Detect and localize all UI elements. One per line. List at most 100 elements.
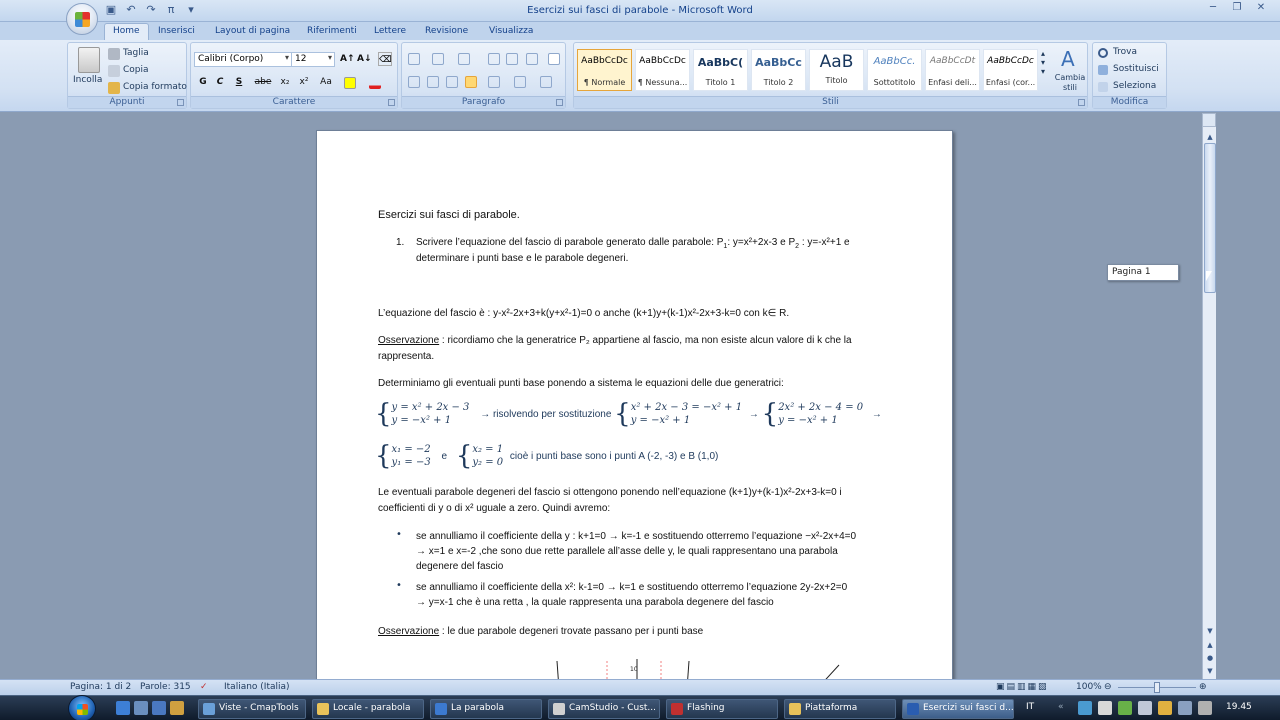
scroll-down-icon[interactable]: ▼ <box>1204 625 1216 637</box>
clipboard-launcher[interactable] <box>177 99 184 106</box>
font-name-combo[interactable]: Calibri (Corpo) <box>194 52 292 67</box>
numbering-icon[interactable] <box>432 53 444 65</box>
office-button[interactable] <box>66 3 98 35</box>
tray-expand-icon[interactable]: « <box>1058 702 1064 712</box>
vertical-scrollbar[interactable]: ▲ ▼ ▲ ● ▼ <box>1202 113 1216 679</box>
styles-scroll-icon[interactable]: ▴ ▾ ▾ <box>1041 49 1045 76</box>
status-language[interactable]: Italiano (Italia) <box>224 682 290 692</box>
paste-icon[interactable] <box>78 47 100 73</box>
tab-page-layout[interactable]: Layout di pagina <box>207 24 298 38</box>
switch-windows-icon[interactable] <box>152 701 166 715</box>
tray-app-icon[interactable] <box>1078 701 1092 715</box>
increase-indent-icon[interactable] <box>506 53 518 65</box>
task-la-parabola[interactable]: La parabola <box>430 699 542 719</box>
ie-icon[interactable] <box>116 701 130 715</box>
tray-app-icon[interactable] <box>1158 701 1172 715</box>
italic-button[interactable]: C <box>213 75 227 89</box>
paragraph-launcher[interactable] <box>556 99 563 106</box>
folder-icon[interactable] <box>170 701 184 715</box>
task-explorer[interactable]: Locale - parabola <box>312 699 424 719</box>
zoom-level[interactable]: 100% <box>1076 682 1102 692</box>
language-indicator[interactable]: IT <box>1026 702 1034 712</box>
replace-button[interactable]: Sostituisci <box>1113 64 1159 74</box>
font-size-combo[interactable]: 12 <box>291 52 335 67</box>
tab-references[interactable]: Riferimenti <box>299 24 365 38</box>
find-button[interactable]: Trova <box>1113 47 1137 57</box>
copy-button[interactable]: Copia <box>123 65 149 75</box>
start-button[interactable] <box>68 695 96 720</box>
desktop-icon[interactable] <box>134 701 148 715</box>
align-left-icon[interactable] <box>408 76 420 88</box>
scroll-up-icon[interactable]: ▲ <box>1204 131 1216 143</box>
tab-review[interactable]: Revisione <box>417 24 476 38</box>
line-spacing-icon[interactable] <box>488 76 500 88</box>
document-area[interactable]: Esercizi sui fasci di parabole. 1. Scriv… <box>0 113 1202 679</box>
network-icon[interactable] <box>1178 701 1192 715</box>
task-cmaptools[interactable]: Viste - CmapTools <box>198 699 306 719</box>
borders-icon[interactable] <box>540 76 552 88</box>
maximize-button[interactable]: ❐ <box>1226 0 1248 16</box>
tray-app-icon[interactable] <box>1138 701 1152 715</box>
change-styles-button[interactable]: Cambia stili <box>1053 73 1087 93</box>
clear-format-icon[interactable]: ⌫ <box>378 52 392 66</box>
browse-object-icon[interactable]: ● <box>1204 652 1216 664</box>
decrease-indent-icon[interactable] <box>488 53 500 65</box>
prev-page-icon[interactable]: ▲ <box>1204 639 1216 651</box>
underline-button[interactable]: S <box>232 75 246 89</box>
proofing-icon[interactable]: ✓ <box>200 682 208 692</box>
style-heading-1[interactable]: AaBbC( Titolo 1 <box>693 49 748 91</box>
zoom-in-icon[interactable]: ⊕ <box>1199 682 1207 692</box>
tab-view[interactable]: Visualizza <box>481 24 541 38</box>
show-marks-icon[interactable] <box>548 53 560 65</box>
tab-insert[interactable]: Inserisci <box>150 24 203 38</box>
strikethrough-button[interactable]: abe <box>253 75 273 89</box>
subscript-button[interactable]: x₂ <box>278 75 292 89</box>
zoom-slider-thumb[interactable] <box>1154 682 1160 693</box>
ruler-toggle-button[interactable] <box>1202 113 1216 127</box>
change-case-button[interactable]: Aa <box>317 75 335 89</box>
minimize-button[interactable]: ─ <box>1202 0 1224 16</box>
task-camstudio[interactable]: CamStudio - Cust... <box>548 699 660 719</box>
align-center-icon[interactable] <box>427 76 439 88</box>
tab-home[interactable]: Home <box>104 23 149 40</box>
highlight-icon[interactable] <box>344 77 356 89</box>
tab-mailings[interactable]: Lettere <box>366 24 414 38</box>
font-launcher[interactable] <box>388 99 395 106</box>
styles-launcher[interactable] <box>1078 99 1085 106</box>
style-title[interactable]: AaB Titolo <box>809 49 864 91</box>
status-words[interactable]: Parole: 315 <box>140 682 191 692</box>
align-right-icon[interactable] <box>446 76 458 88</box>
font-color-icon[interactable] <box>369 77 381 89</box>
volume-icon[interactable] <box>1198 701 1212 715</box>
next-page-icon[interactable]: ▼ <box>1204 665 1216 677</box>
task-flashing[interactable]: Flashing <box>666 699 778 719</box>
tray-app-icon[interactable] <box>1118 701 1132 715</box>
style-subtle-emphasis[interactable]: AaBbCcDt Enfasi deli... <box>925 49 980 91</box>
clock[interactable]: 19.45 <box>1226 702 1252 712</box>
style-heading-2[interactable]: AaBbCc Titolo 2 <box>751 49 806 91</box>
style-subtitle[interactable]: AaBbCc. Sottotitolo <box>867 49 922 91</box>
format-painter-button[interactable]: Copia formato <box>123 82 187 92</box>
shrink-font-icon[interactable]: A↓ <box>357 52 372 66</box>
grow-font-icon[interactable]: A↑ <box>340 52 355 66</box>
style-normal[interactable]: AaBbCcDc ¶ Normale <box>577 49 632 91</box>
multilevel-list-icon[interactable] <box>458 53 470 65</box>
bullets-icon[interactable] <box>408 53 420 65</box>
bold-button[interactable]: G <box>196 75 210 89</box>
style-no-spacing[interactable]: AaBbCcDc ¶ Nessuna... <box>635 49 690 91</box>
status-page[interactable]: Pagina: 1 di 2 <box>70 682 131 692</box>
justify-icon[interactable] <box>465 76 477 88</box>
sort-icon[interactable] <box>526 53 538 65</box>
task-piattaforma[interactable]: Piattaforma <box>784 699 896 719</box>
document-page[interactable]: Esercizi sui fasci di parabole. 1. Scriv… <box>316 130 953 679</box>
shading-icon[interactable] <box>514 76 526 88</box>
paste-button[interactable]: Incolla <box>73 75 102 85</box>
tray-app-icon[interactable] <box>1098 701 1112 715</box>
style-emphasis[interactable]: AaBbCcDc Enfasi (cor... <box>983 49 1038 91</box>
close-button[interactable]: ✕ <box>1250 0 1272 16</box>
superscript-button[interactable]: x² <box>297 75 311 89</box>
view-buttons[interactable]: ▣▤▥▦▧ <box>996 682 1049 692</box>
select-button[interactable]: Seleziona <box>1113 81 1156 91</box>
zoom-out-icon[interactable]: ⊖ <box>1104 682 1112 692</box>
cut-button[interactable]: Taglia <box>123 48 149 58</box>
